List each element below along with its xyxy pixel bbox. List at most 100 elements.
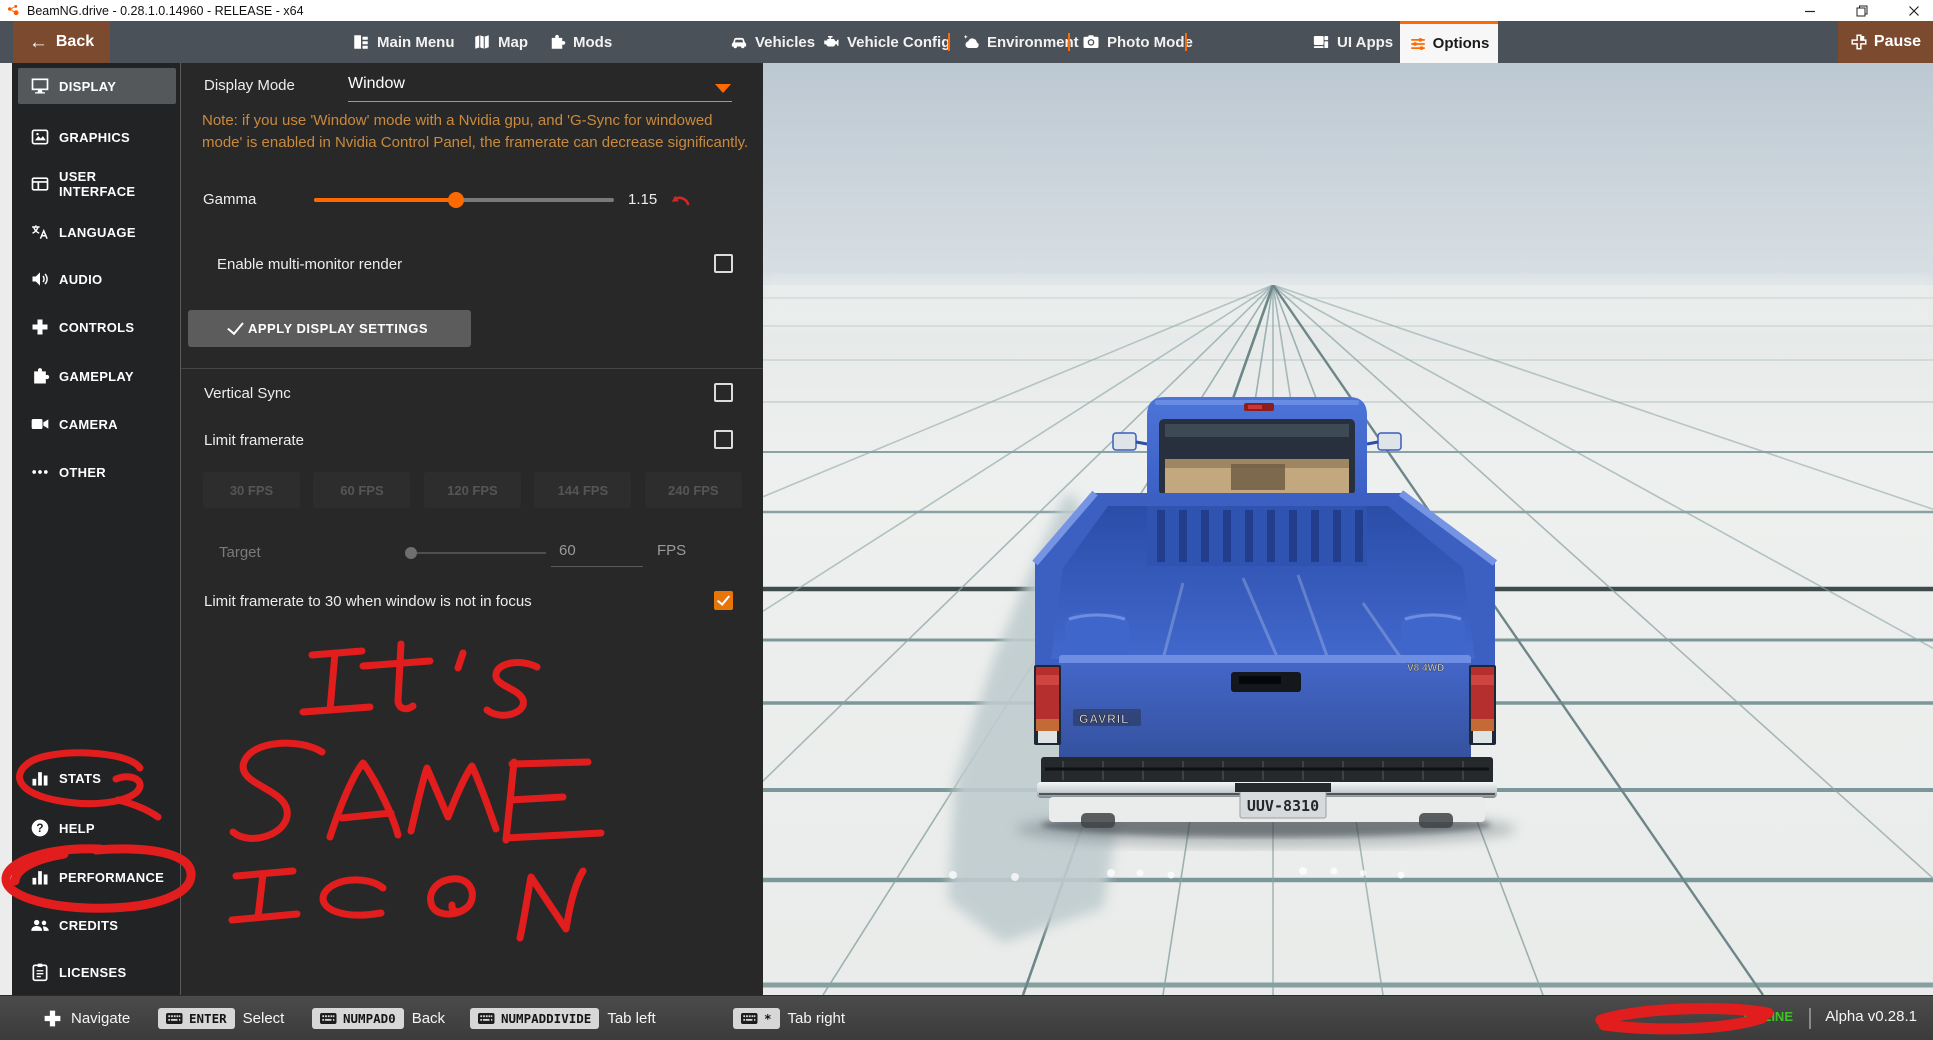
- left-mirror: [1112, 432, 1137, 451]
- sidebar-item-credits[interactable]: CREDITS: [18, 907, 176, 943]
- limit-framerate-label: Limit framerate: [204, 432, 305, 449]
- sidebar-item-gameplay[interactable]: GAMEPLAY: [18, 358, 176, 394]
- nav-item-ui-apps[interactable]: UI Apps: [1312, 21, 1393, 63]
- titlebar: BeamNG.drive - 0.28.1.0.14960 - RELEASE …: [0, 0, 1933, 21]
- restore-button[interactable]: [1851, 2, 1873, 20]
- puzzle-icon: [30, 366, 50, 386]
- sidebar-item-other[interactable]: OTHER: [18, 454, 176, 490]
- vertical-sync-label: Vertical Sync: [204, 385, 291, 402]
- back-hint: NUMPAD0 Back: [312, 996, 445, 1040]
- sidebar-item-label: PERFORMANCE: [59, 869, 165, 885]
- tab-right-hint: * Tab right: [733, 996, 845, 1040]
- options-sidebar: DISPLAY GRAPHICS USER INTERFACE LANGUAGE…: [12, 63, 180, 995]
- nav-item-mods[interactable]: Mods: [548, 21, 612, 63]
- sidebar-item-label: USER INTERFACE: [59, 169, 136, 199]
- keyboard-icon: [320, 1013, 337, 1024]
- section-divider: [181, 368, 764, 369]
- target-label: Target: [219, 544, 261, 561]
- nav-item-label: UI Apps: [1337, 33, 1394, 51]
- sidebar-item-camera[interactable]: CAMERA: [18, 406, 176, 442]
- back-button[interactable]: ← Back: [13, 21, 110, 63]
- nav-item-label: Vehicles: [755, 33, 816, 51]
- user-interface-icon: [30, 174, 50, 194]
- sidebar-item-controls[interactable]: CONTROLS: [18, 309, 176, 345]
- close-button[interactable]: [1903, 2, 1925, 20]
- target-slider-track[interactable]: [411, 552, 546, 554]
- display-mode-label: Display Mode: [204, 77, 295, 94]
- back-label: Back: [55, 33, 95, 50]
- fps-60-button[interactable]: 60 FPS: [313, 472, 411, 508]
- display-mode-select[interactable]: Window: [348, 75, 405, 93]
- camera-icon: [1082, 33, 1100, 51]
- trim-badge: V8 4WD: [1407, 663, 1444, 674]
- beamng-window: BeamNG.drive - 0.28.1.0.14960 - RELEASE …: [0, 0, 1933, 1040]
- nav-item-vehicle-config[interactable]: Vehicle Config: [822, 21, 950, 63]
- target-value-underline: [551, 566, 643, 567]
- sidebar-item-label: AUDIO: [59, 271, 103, 287]
- sidebar-item-performance[interactable]: PERFORMANCE: [18, 859, 176, 895]
- fps-144-button[interactable]: 144 FPS: [534, 472, 632, 508]
- key-chip: ENTER: [158, 1008, 235, 1029]
- check-icon: [227, 317, 244, 336]
- options-label: Options: [1432, 35, 1490, 52]
- fps-120-button[interactable]: 120 FPS: [423, 472, 521, 508]
- limit-focus-checkbox[interactable]: [714, 591, 733, 610]
- clipboard-icon: [30, 962, 50, 982]
- people-icon: [30, 915, 50, 935]
- sidebar-item-user-interface[interactable]: USER INTERFACE: [18, 166, 176, 202]
- gamma-slider-thumb[interactable]: [448, 192, 464, 208]
- ellipsis-icon: [30, 462, 50, 482]
- keyboard-icon: [478, 1013, 495, 1024]
- sidebar-item-graphics[interactable]: GRAPHICS: [18, 119, 176, 155]
- ui-apps-icon: [1312, 33, 1330, 51]
- sidebar-item-label: CAMERA: [59, 416, 118, 432]
- sidebar-item-licenses[interactable]: LICENSES: [18, 954, 176, 990]
- sidebar-item-label: GAMEPLAY: [59, 368, 134, 384]
- left-gutter: [0, 63, 12, 995]
- nav-item-photo-mode[interactable]: Photo Mode: [1082, 21, 1193, 63]
- fps-30-button[interactable]: 30 FPS: [203, 472, 300, 508]
- limit-focus-label: Limit framerate to 30 when window is not…: [204, 593, 532, 610]
- sidebar-item-label: CREDITS: [59, 917, 119, 933]
- tab-options[interactable]: Options: [1400, 21, 1498, 63]
- sidebar-item-label: LANGUAGE: [59, 224, 136, 240]
- sidebar-item-label: GRAPHICS: [59, 129, 131, 145]
- limit-framerate-checkbox[interactable]: [714, 430, 733, 449]
- nav-item-vehicles[interactable]: Vehicles: [730, 21, 815, 63]
- nav-item-environment[interactable]: Environment: [962, 21, 1079, 63]
- gamma-reset-button[interactable]: [669, 191, 691, 208]
- keyboard-icon: [166, 1013, 183, 1024]
- sidebar-item-help[interactable]: ? HELP: [18, 810, 176, 846]
- key-label: NUMPAD0: [343, 1011, 396, 1026]
- scene-render: GAVRIL V8 4WD UUV-8310: [763, 63, 1933, 995]
- beamng-logo-icon: [6, 3, 21, 18]
- sidebar-item-language[interactable]: LANGUAGE: [18, 214, 176, 250]
- bottombar-divider: [1809, 1008, 1811, 1029]
- target-unit-label: FPS: [657, 542, 687, 559]
- input-hints-bar: Navigate ENTER Select NUMPAD0 Back NUMPA…: [0, 995, 1933, 1040]
- sidebar-item-display[interactable]: DISPLAY: [18, 68, 176, 104]
- bar-chart-icon: [30, 867, 50, 887]
- pause-button[interactable]: Pause: [1838, 21, 1933, 63]
- main-menu-icon: [352, 33, 370, 51]
- nav-item-map[interactable]: Map: [473, 21, 528, 63]
- key-chip: NUMPAD0: [312, 1008, 404, 1029]
- dpad-icon: [30, 317, 50, 337]
- top-navbar: ← Back Main Menu Map Mods Vehicles Vehic…: [0, 21, 1933, 63]
- chevron-down-icon[interactable]: [715, 84, 731, 93]
- nav-item-main-menu[interactable]: Main Menu: [352, 21, 455, 63]
- sidebar-item-audio[interactable]: AUDIO: [18, 261, 176, 297]
- engine-icon: [822, 33, 840, 51]
- pause-label: Pause: [1873, 33, 1922, 50]
- fps-240-button[interactable]: 240 FPS: [644, 472, 742, 508]
- dpad-icon: [42, 1008, 63, 1029]
- navigate-hint: Navigate: [42, 996, 130, 1040]
- apply-display-settings-button[interactable]: APPLY DISPLAY SETTINGS: [188, 310, 471, 347]
- target-value-input[interactable]: 60: [559, 542, 576, 559]
- display-icon: [30, 76, 50, 96]
- multi-monitor-checkbox[interactable]: [714, 254, 733, 273]
- minimize-button[interactable]: [1799, 2, 1821, 20]
- sidebar-item-stats[interactable]: STATS: [18, 760, 176, 796]
- target-slider-thumb[interactable]: [405, 547, 417, 559]
- vertical-sync-checkbox[interactable]: [714, 383, 733, 402]
